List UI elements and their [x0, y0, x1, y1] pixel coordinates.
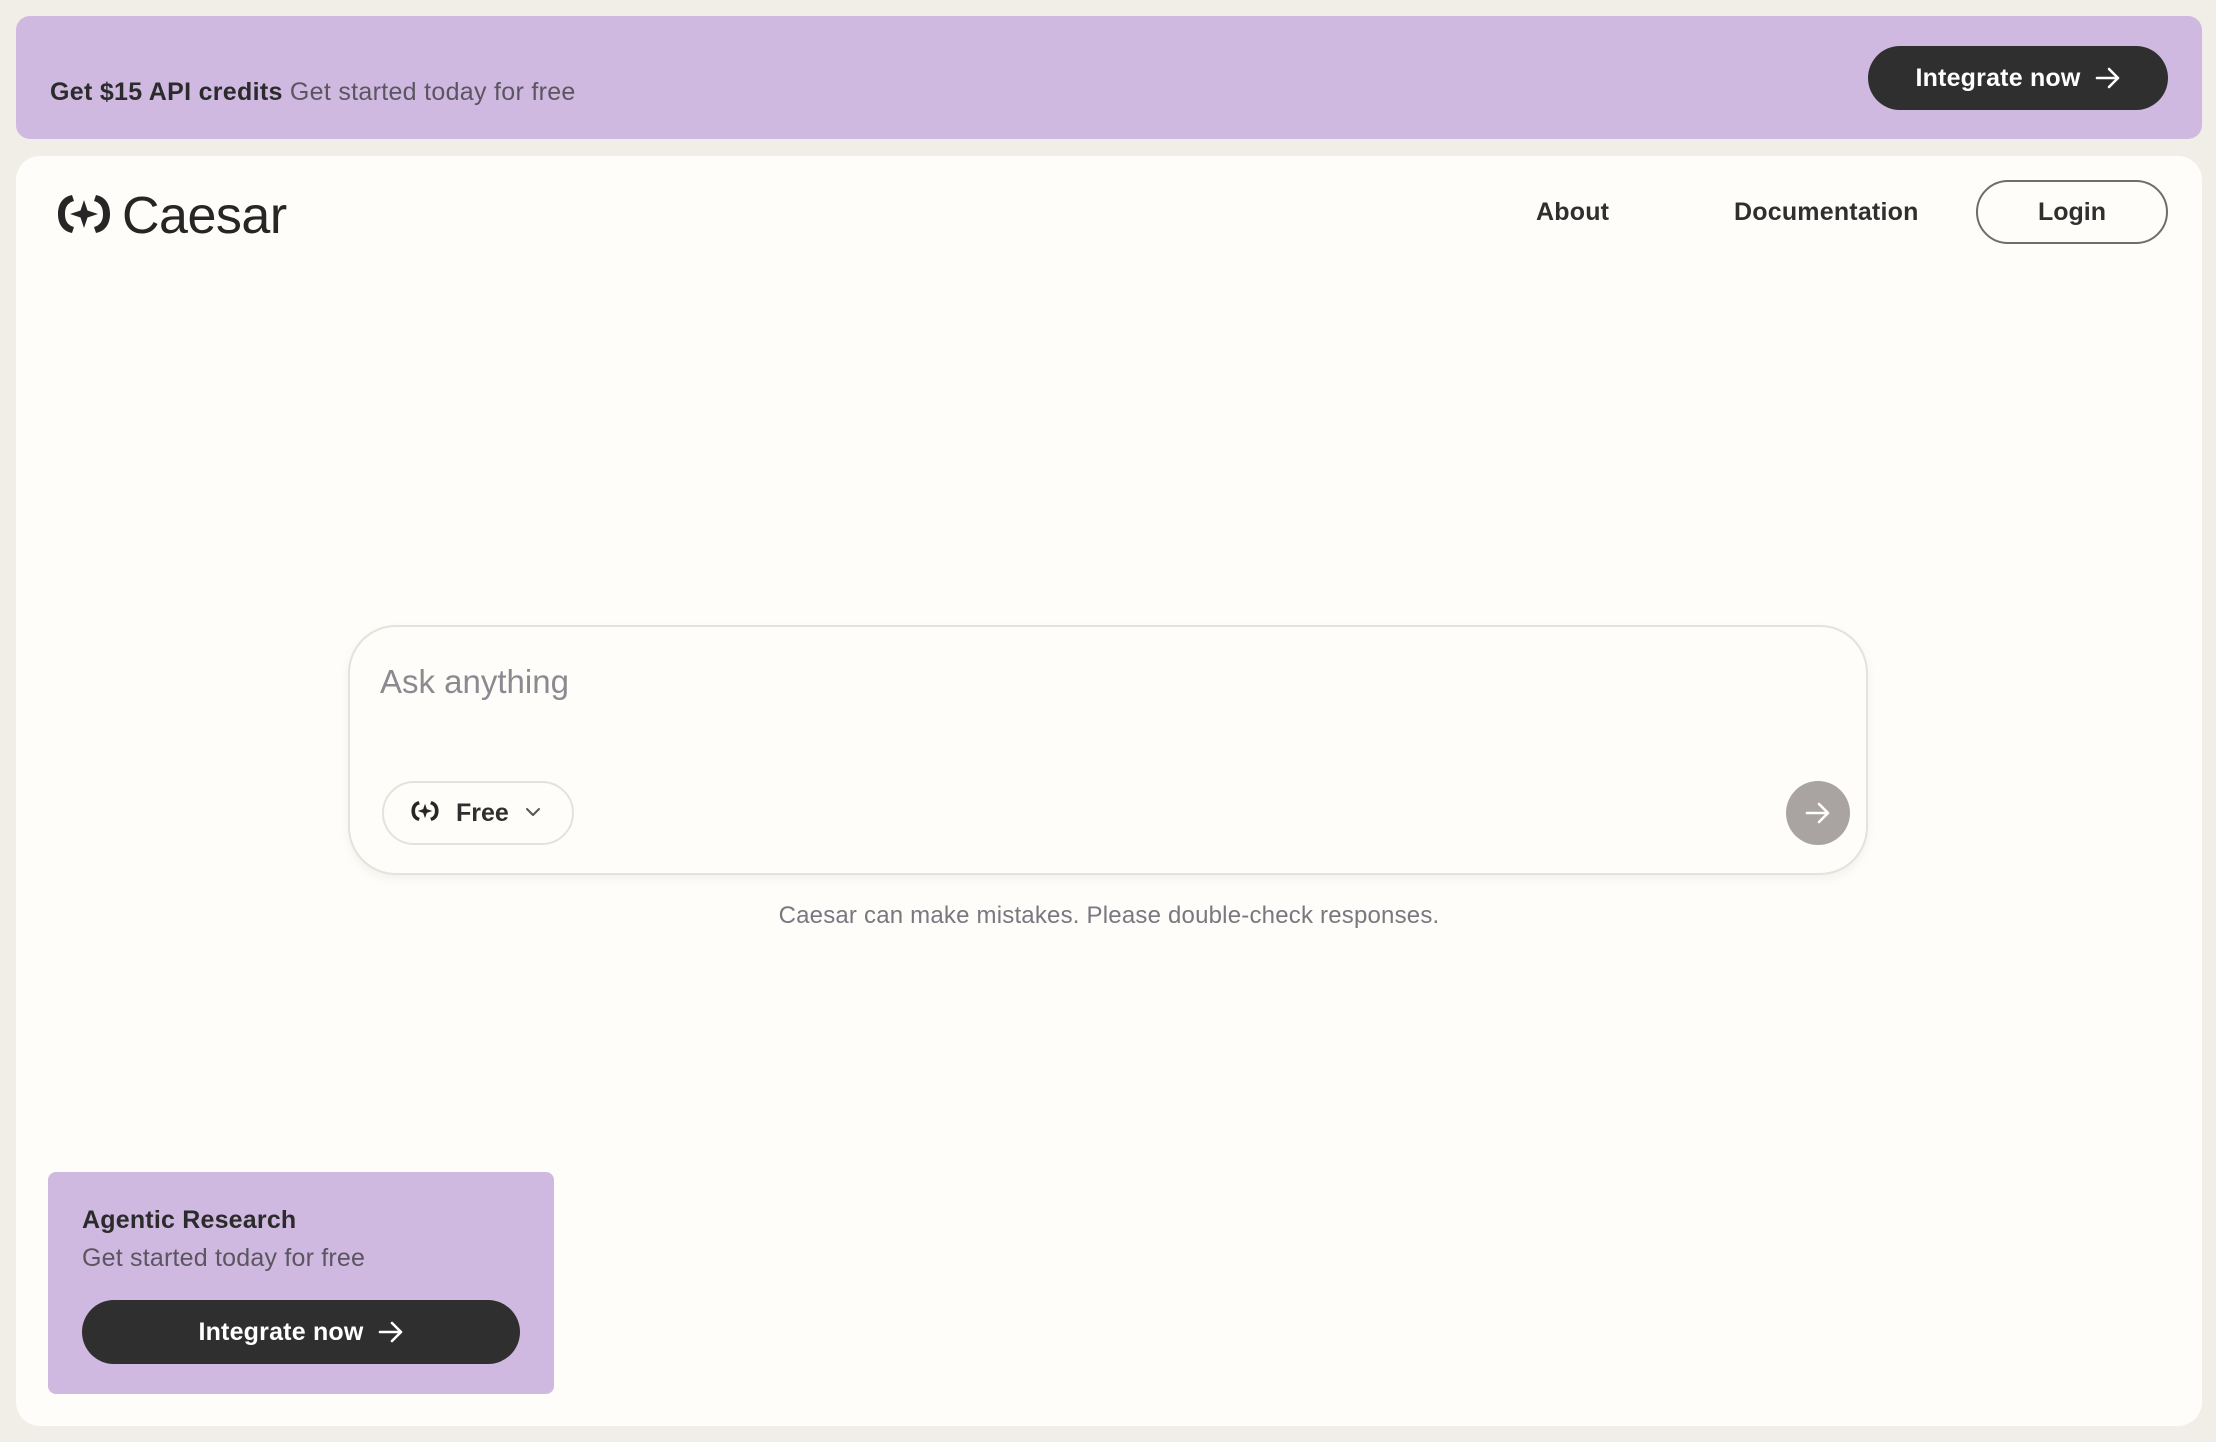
promo-integrate-label: Integrate now — [198, 1317, 364, 1346]
arrow-right-icon — [1805, 802, 1831, 824]
banner-headline: Get $15 API credits — [50, 78, 283, 106]
model-label: Free — [456, 798, 509, 827]
promo-subtext: Get started today for free — [82, 1244, 366, 1272]
arrow-right-icon — [2095, 67, 2121, 89]
main-panel: Caesar About Documentation Login Free — [16, 156, 2202, 1426]
chevron-down-icon — [525, 804, 541, 822]
nav-documentation-link[interactable]: Documentation — [1734, 198, 1919, 227]
nav-about-link[interactable]: About — [1536, 198, 1609, 227]
logo-text: Caesar — [122, 187, 287, 245]
arrow-right-icon — [378, 1321, 404, 1343]
disclaimer-text: Caesar can make mistakes. Please double-… — [778, 902, 1440, 929]
send-button[interactable] — [1786, 781, 1850, 845]
login-button[interactable]: Login — [1976, 180, 2168, 244]
agentic-research-card: Agentic Research Get started today for f… — [48, 1172, 554, 1394]
banner-text: Get $15 API credits Get started today fo… — [50, 78, 576, 107]
model-selector[interactable]: Free — [382, 781, 574, 845]
promo-title: Agentic Research — [82, 1206, 297, 1234]
banner-subtext: Get started today for free — [289, 78, 576, 106]
promo-banner: Get $15 API credits Get started today fo… — [16, 16, 2202, 139]
caesar-logo[interactable]: Caesar — [56, 186, 287, 246]
promo-integrate-button[interactable]: Integrate now — [82, 1300, 520, 1364]
banner-integrate-label: Integrate now — [1915, 63, 2081, 92]
caesar-logo-icon — [410, 799, 440, 828]
ask-input[interactable] — [380, 657, 1780, 707]
chat-composer: Free — [348, 625, 1868, 875]
banner-integrate-button[interactable]: Integrate now — [1868, 46, 2168, 110]
caesar-logo-icon — [56, 191, 112, 242]
